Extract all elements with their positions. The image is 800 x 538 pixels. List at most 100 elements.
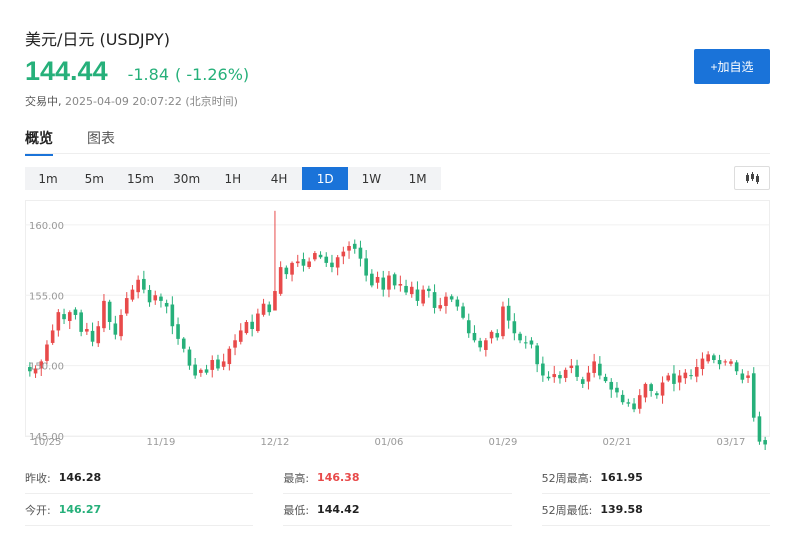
candle xyxy=(677,370,682,391)
candle xyxy=(461,302,465,320)
candle xyxy=(626,398,631,407)
candle xyxy=(170,296,175,335)
period-1mo[interactable]: 1M xyxy=(395,167,441,190)
candle xyxy=(90,322,95,347)
candle xyxy=(352,239,357,254)
candle xyxy=(307,257,311,269)
candle xyxy=(757,411,762,445)
candle xyxy=(96,320,101,347)
candle xyxy=(102,294,106,333)
candle xyxy=(50,324,55,345)
candle xyxy=(484,337,488,357)
candle xyxy=(700,352,705,376)
candle xyxy=(478,337,482,352)
candle xyxy=(347,241,351,259)
period-15m[interactable]: 15m xyxy=(117,167,163,190)
candle xyxy=(267,301,272,316)
candle xyxy=(689,369,693,380)
x-tick-label: 01/06 xyxy=(375,437,404,448)
candle xyxy=(153,290,158,305)
candle xyxy=(751,367,756,422)
candle xyxy=(672,365,676,392)
candle xyxy=(495,329,500,341)
candle xyxy=(130,285,135,302)
candle xyxy=(734,360,739,375)
candle xyxy=(740,369,745,384)
x-tick-label: 01/29 xyxy=(489,437,518,448)
candle xyxy=(244,320,249,335)
stat-prev-close: 昨收: 146.28 xyxy=(25,462,254,494)
period-4h[interactable]: 4H xyxy=(256,167,302,190)
candle xyxy=(204,364,209,375)
candle xyxy=(341,246,346,265)
tab-overview[interactable]: 概览 xyxy=(25,128,53,156)
candle xyxy=(592,353,596,378)
candle xyxy=(181,337,186,353)
candle xyxy=(586,365,591,390)
candle xyxy=(421,285,425,307)
candle xyxy=(455,296,460,311)
stats-row: 昨收: 146.28 最高: 146.38 52周最高: 161.95 xyxy=(25,462,770,494)
add-watchlist-button[interactable]: +加自选 xyxy=(694,49,770,84)
candle xyxy=(763,436,767,450)
candlestick-icon xyxy=(746,172,759,184)
candle xyxy=(541,356,545,382)
candle xyxy=(335,255,340,276)
candle xyxy=(723,359,728,366)
view-tabs: 概览 图表 xyxy=(25,128,149,156)
candle xyxy=(324,252,329,267)
period-30m[interactable]: 30m xyxy=(164,167,210,190)
candle xyxy=(392,272,397,290)
trade-status: 交易中, xyxy=(25,95,62,108)
candle xyxy=(706,351,710,364)
candle xyxy=(73,307,78,320)
candle xyxy=(655,391,659,399)
chart-frame xyxy=(25,200,770,437)
candle xyxy=(381,270,386,297)
candle xyxy=(216,354,220,371)
candle xyxy=(558,371,562,384)
candle xyxy=(210,355,215,378)
x-tick-label: 02/21 xyxy=(603,437,632,448)
candle xyxy=(415,281,420,306)
candle xyxy=(660,376,665,404)
candle xyxy=(746,370,750,383)
period-1h[interactable]: 1H xyxy=(210,167,256,190)
y-tick-label: 160.00 xyxy=(29,221,64,232)
candle xyxy=(256,308,260,333)
candle xyxy=(506,298,511,329)
candle xyxy=(290,261,294,282)
candle xyxy=(518,331,522,344)
instrument-title: 美元/日元 (USDJPY) xyxy=(25,30,170,49)
candle xyxy=(552,365,557,383)
candle xyxy=(67,310,72,330)
candle xyxy=(580,376,585,388)
price-row: 144.44 -1.84 ( -1.26%) xyxy=(25,56,249,87)
candle xyxy=(694,358,699,383)
price-change-percent: ( -1.26%) xyxy=(175,65,250,84)
candle xyxy=(113,315,118,340)
candle xyxy=(729,358,733,367)
stat-open: 今开: 146.27 xyxy=(25,494,254,526)
current-price: 144.44 xyxy=(25,56,108,86)
candle xyxy=(717,354,722,370)
tab-chart[interactable]: 图表 xyxy=(87,128,115,156)
candle xyxy=(637,389,642,414)
candle xyxy=(575,359,579,382)
candle xyxy=(164,299,169,314)
candle xyxy=(546,371,551,381)
period-5m[interactable]: 5m xyxy=(71,167,117,190)
period-selector: 1m 5m 15m 30m 1H 4H 1D 1W 1M xyxy=(25,167,441,190)
period-1d[interactable]: 1D xyxy=(302,167,349,190)
candle xyxy=(56,309,61,337)
candle xyxy=(432,284,437,314)
chart-type-button[interactable] xyxy=(734,166,770,190)
x-tick-label: 12/12 xyxy=(261,437,290,448)
candle xyxy=(387,271,391,298)
candle xyxy=(147,285,152,307)
candle xyxy=(472,325,477,343)
period-1w[interactable]: 1W xyxy=(348,167,394,190)
period-1m[interactable]: 1m xyxy=(25,167,71,190)
timestamp: 2025-04-09 20:07:22 (北京时间) xyxy=(65,95,238,108)
candle xyxy=(398,275,403,292)
